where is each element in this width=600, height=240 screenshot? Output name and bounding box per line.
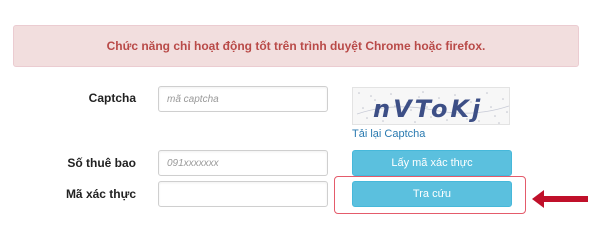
lookup-button[interactable]: Tra cứu [352,181,512,207]
verification-code-input[interactable] [158,181,328,207]
captcha-image: nVToKj [352,87,510,125]
alert-message: Chức năng chỉ hoạt động tốt trên trình d… [106,39,486,53]
left-arrow-icon [532,190,588,208]
captcha-text: nVToKj [373,95,483,123]
verification-code-label: Mã xác thực [65,187,136,201]
subscriber-number-input[interactable] [158,150,328,176]
browser-warning-alert: Chức năng chỉ hoạt động tốt trên trình d… [13,25,579,67]
subscriber-label: Số thuê bao [67,156,136,170]
captcha-input[interactable] [158,86,328,112]
lookup-page: Chức năng chỉ hoạt động tốt trên trình d… [0,0,600,240]
get-verification-code-button[interactable]: Lấy mã xác thực [352,150,512,176]
captcha-label: Captcha [88,91,136,105]
reload-captcha-link[interactable]: Tải lại Captcha [352,128,425,140]
